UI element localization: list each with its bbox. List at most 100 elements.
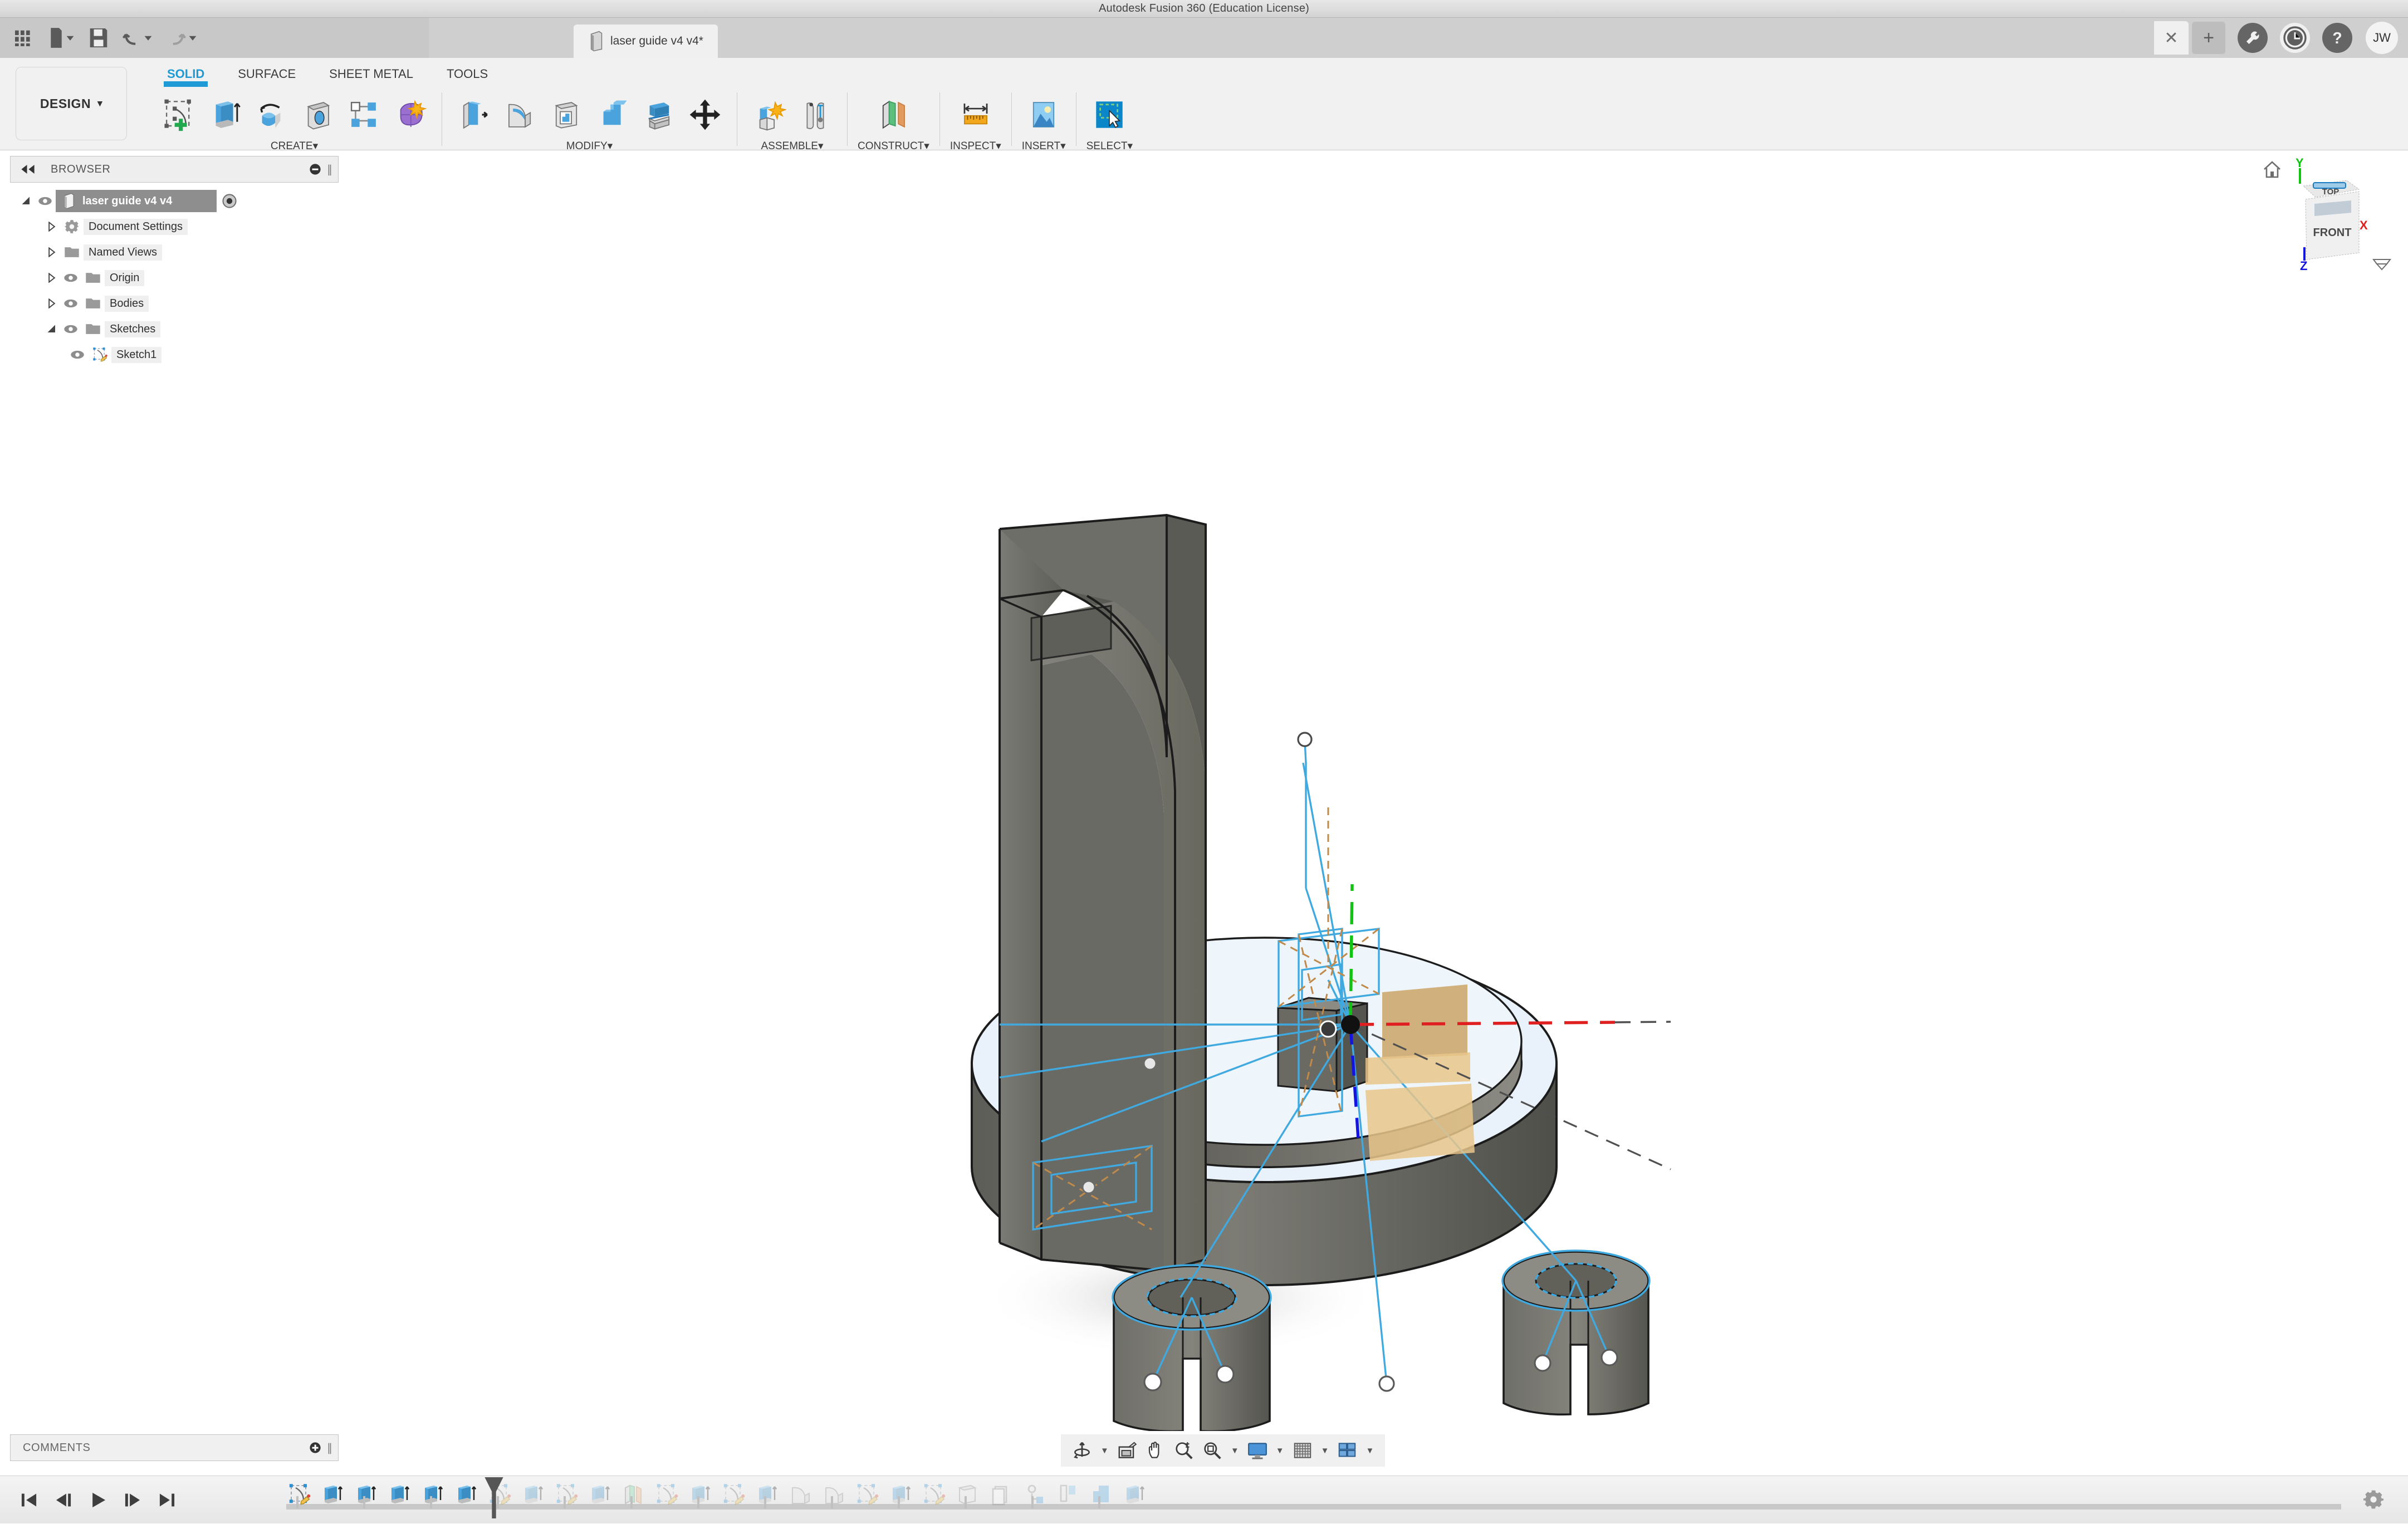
browser-item-sketches[interactable]: Sketches [10,316,339,342]
viewports-icon[interactable] [1334,1437,1360,1464]
timeline-item-sketch[interactable] [286,1482,312,1507]
browser-minimize-icon[interactable] [309,163,321,175]
home-icon[interactable] [2264,162,2280,177]
timeline-item-extrude[interactable] [420,1482,446,1507]
orbit-icon[interactable] [1069,1437,1095,1464]
caret-down-icon[interactable]: ▼ [1272,1446,1288,1456]
caret-down-icon[interactable]: ▼ [1227,1446,1242,1456]
timeline-item-extrude[interactable] [520,1482,546,1507]
timeline-item-sketch[interactable] [854,1482,880,1507]
visibility-eye-icon[interactable] [67,350,88,360]
tab-tools[interactable]: TOOLS [430,63,505,82]
browser-item-bodies[interactable]: Bodies [10,291,339,316]
browser-resize-handle[interactable]: ∥ [327,163,332,177]
go-to-beginning-icon[interactable] [19,1490,39,1510]
press-pull-icon[interactable] [452,93,496,136]
timeline-features[interactable] [192,1476,2408,1524]
fillet-icon[interactable] [498,93,542,136]
timeline-item-sketch[interactable] [654,1482,679,1507]
joint-icon[interactable] [794,93,837,136]
fit-arrow-icon[interactable] [2373,259,2390,269]
browser-item-root[interactable]: laser guide v4 v4 [10,188,339,214]
timeline-item-extrude[interactable] [754,1482,780,1507]
document-tab[interactable]: laser guide v4 v4* [574,24,718,58]
timeline-item-extrude[interactable] [1122,1482,1147,1507]
save-icon[interactable] [89,27,108,48]
timeline-item-fillet[interactable] [787,1482,813,1507]
insert-image-icon[interactable] [1022,93,1065,136]
add-comment-icon[interactable] [309,1442,321,1454]
expand-arrow-icon[interactable] [43,273,60,283]
browser-collapse-icon[interactable] [19,165,36,174]
timeline-item-sketch[interactable] [921,1482,947,1507]
visibility-eye-icon[interactable] [60,273,81,283]
play-icon[interactable] [88,1490,108,1510]
timeline-item-extrude[interactable] [587,1482,613,1507]
timeline-item-chamfer[interactable] [988,1482,1014,1507]
offset-plane-icon[interactable] [872,93,915,136]
activate-component-radio[interactable] [222,194,237,208]
step-forward-icon[interactable] [123,1490,143,1510]
browser-item-origin[interactable]: Origin [10,265,339,291]
timeline-item-plane[interactable] [620,1482,646,1507]
timeline-item-extrude[interactable] [888,1482,913,1507]
timeline-item-extrude[interactable] [320,1482,345,1507]
new-tab-icon[interactable]: + [2192,22,2225,54]
pan-icon[interactable] [1142,1437,1169,1464]
undo-icon[interactable] [123,28,153,47]
go-to-end-icon[interactable] [157,1490,177,1510]
visibility-eye-icon[interactable] [60,324,81,334]
revolve-icon[interactable] [249,93,293,136]
visibility-eye-icon[interactable] [35,196,56,206]
tab-sheet-metal[interactable]: SHEET METAL [312,63,430,82]
expand-arrow-icon[interactable] [43,324,60,334]
display-settings-icon[interactable] [1244,1437,1271,1464]
expand-arrow-icon[interactable] [18,196,35,206]
new-file-icon[interactable] [49,27,75,49]
browser-item-document-settings[interactable]: Document Settings [10,214,339,239]
timeline-item-extrude[interactable] [386,1482,412,1507]
timeline-item-combine[interactable] [1088,1482,1114,1507]
close-tab-icon[interactable]: ✕ [2154,21,2189,55]
timeline-item-sketch[interactable] [554,1482,579,1507]
visibility-eye-icon[interactable] [60,298,81,308]
zoom-icon[interactable] [1171,1437,1197,1464]
thread-icon[interactable] [342,93,385,136]
expand-arrow-icon[interactable] [43,247,60,257]
extrude-icon[interactable] [203,93,247,136]
split-face-icon[interactable] [637,93,681,136]
timeline-item-fillet[interactable] [821,1482,846,1507]
combine-icon[interactable] [591,93,634,136]
grid-apps-icon[interactable] [12,27,35,49]
measure-icon[interactable] [954,93,997,136]
view-cube[interactable]: Y X Z TOP FRONT [2258,151,2397,280]
timeline-item-extrude[interactable] [687,1482,713,1507]
timeline-item-mirror[interactable] [1021,1482,1047,1507]
user-avatar[interactable]: JW [2366,22,2398,54]
timeline-item-extrude[interactable] [353,1482,379,1507]
job-status-icon[interactable] [2238,23,2268,53]
create-sketch-icon[interactable] [157,93,200,136]
viewcube-edge-highlight[interactable] [2313,183,2346,188]
help-icon[interactable]: ? [2322,23,2352,53]
timeline-item-shell[interactable] [955,1482,980,1507]
workspace-switcher-button[interactable]: DESIGN ▾ [16,67,127,140]
caret-down-icon[interactable]: ▼ [1097,1446,1112,1456]
expand-arrow-icon[interactable] [43,298,60,308]
caret-down-icon[interactable]: ▼ [1362,1446,1377,1456]
select-window-icon[interactable] [1088,93,1131,136]
hole-icon[interactable] [296,93,339,136]
3d-viewport[interactable] [0,150,2408,1431]
tab-surface[interactable]: SURFACE [221,63,312,82]
new-component-icon[interactable] [747,93,791,136]
grid-snaps-icon[interactable] [1289,1437,1316,1464]
tab-solid[interactable]: SOLID [150,63,221,82]
timeline-settings-gear-icon[interactable] [2363,1489,2383,1510]
caret-down-icon[interactable]: ▼ [1318,1446,1333,1456]
browser-item-named-views[interactable]: Named Views [10,239,339,265]
comments-resize-handle[interactable]: ∥ [327,1441,332,1455]
timeline-item-move[interactable] [1055,1482,1080,1507]
timeline-item-extrude[interactable] [453,1482,479,1507]
look-at-icon[interactable] [1114,1437,1141,1464]
move-copy-icon[interactable] [683,93,727,136]
